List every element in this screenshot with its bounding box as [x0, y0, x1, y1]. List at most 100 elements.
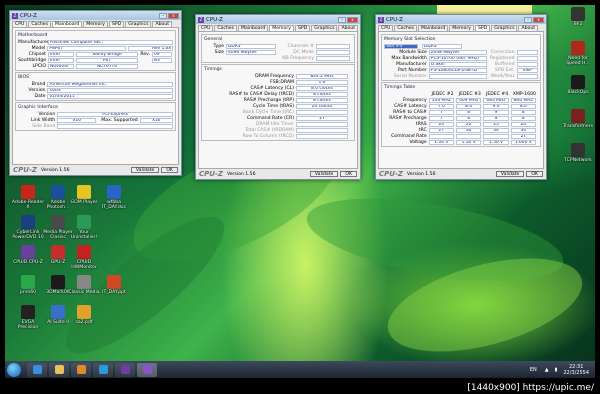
tab-memory[interactable]: Memory	[449, 25, 474, 31]
explorer-taskbar-button[interactable]	[49, 362, 69, 377]
tab-caches[interactable]: Caches	[394, 25, 418, 31]
window-footer: CPU-Z Version 1.56 Validate OK	[10, 165, 181, 175]
ok-button[interactable]: OK	[340, 171, 357, 177]
tab-spd[interactable]: SPD	[108, 21, 125, 27]
close-button[interactable]: x	[168, 12, 179, 19]
desktop-icon[interactable]: CyberLink PowerDVD 10	[11, 215, 45, 240]
timings-cell: 7	[428, 109, 454, 115]
tab-memory[interactable]: Memory	[269, 25, 294, 31]
desktop-icon[interactable]: TCPNetwork	[561, 143, 595, 163]
desktop-icon-label: BlackOps	[567, 90, 589, 95]
desktop-icon[interactable]: sa2.pdf	[67, 305, 101, 325]
desktop-icon[interactable]: GOM Player	[67, 185, 101, 205]
close-button[interactable]: x	[533, 16, 544, 23]
spd-row: Part Number F3-12800CL8-2GBTD SPD Ext. XMP	[384, 67, 538, 73]
timings-cell: 8	[510, 115, 536, 121]
timings-table-group: Timings Table JEDEC #2 JEDEC #3 JEDEC #4 XM…	[381, 82, 541, 147]
desktop-icon[interactable]: wfbba IT_DAY.doc	[97, 185, 131, 210]
cpuz-window-memory[interactable]: Z CPU-Z – x CPU Caches Mainboard Memory SPD Gr…	[195, 14, 361, 180]
tab-graphics[interactable]: Graphics	[491, 25, 518, 31]
cpuz-taskbar-button-active[interactable]	[137, 362, 157, 377]
timing-row: RAS# to CAS# Delay (tRCD) 8 clocks	[204, 91, 352, 97]
tab-spd[interactable]: SPD	[294, 25, 311, 31]
tab-cpu[interactable]: CPU	[378, 25, 394, 31]
desktop-icon[interactable]: CPUID CPU-Z	[11, 245, 45, 265]
minimize-button[interactable]: –	[524, 16, 532, 23]
tab-about[interactable]: About	[338, 25, 359, 31]
validate-button[interactable]: Validate	[495, 171, 525, 177]
spd-side-value: XMP	[516, 67, 538, 73]
desktop-icon[interactable]: Adobe Reader X	[11, 185, 45, 210]
slot-select[interactable]: Slot #4	[384, 43, 418, 49]
desktop-icon[interactable]: BlackOps	[561, 75, 595, 95]
tab-mainboard[interactable]: Mainboard	[418, 25, 449, 31]
tab-caches[interactable]: Caches	[214, 25, 238, 31]
ie-taskbar-button[interactable]	[27, 362, 47, 377]
field-label: Rev.	[140, 51, 150, 57]
wmp-taskbar-button[interactable]	[93, 362, 113, 377]
cpuz-taskbar-button[interactable]	[115, 362, 135, 377]
tab-about[interactable]: About	[518, 25, 539, 31]
language-indicator[interactable]: EN	[530, 367, 537, 373]
tab-graphics[interactable]: Graphics	[311, 25, 338, 31]
dc-mode-value	[316, 49, 350, 55]
timings-cell	[428, 133, 454, 139]
desktop-icon[interactable]: Need for Speed H...	[561, 41, 595, 66]
timings-cell: 8.0	[510, 103, 536, 109]
desktop-icon[interactable]: CPUID HWMonitor	[67, 245, 101, 270]
cpuz-window-spd[interactable]: Z CPU-Z – x CPU Caches Mainboard Memory SPD Gr…	[375, 14, 547, 180]
ok-button[interactable]: OK	[161, 167, 178, 173]
tab-mainboard[interactable]: Mainboard	[238, 25, 269, 31]
media-taskbar-button[interactable]	[71, 362, 91, 377]
field-label: NB Frequency	[282, 55, 314, 61]
ok-button[interactable]: OK	[526, 171, 543, 177]
timing-value	[296, 121, 348, 127]
desktop-icon[interactable]: Classic Media	[67, 275, 101, 295]
validate-button[interactable]: Validate	[309, 171, 339, 177]
minimize-button[interactable]: –	[159, 12, 167, 19]
tab-caches[interactable]: Caches	[28, 21, 52, 27]
network-icon[interactable]: ▮	[555, 367, 558, 373]
tab-memory[interactable]: Memory	[83, 21, 108, 27]
timing-row: FSB:DRAM 1:6	[204, 79, 352, 85]
tab-graphics[interactable]: Graphics	[125, 21, 152, 27]
title-bar[interactable]: Z CPU-Z – x	[376, 15, 546, 24]
tab-about[interactable]: About	[152, 21, 173, 27]
tab-cpu[interactable]: CPU	[12, 21, 28, 27]
tab-cpu[interactable]: CPU	[198, 25, 214, 31]
lpcio-vendor: Nuvoton	[48, 63, 74, 69]
title-bar[interactable]: Z CPU-Z – x	[196, 15, 360, 24]
tray-arrow-icon[interactable]: ▲	[545, 367, 549, 373]
close-button[interactable]: x	[347, 16, 358, 23]
southbridge-rev: B3	[152, 57, 172, 63]
desktop-icon[interactable]: BF2	[561, 7, 595, 27]
field-label: Brand	[31, 81, 46, 87]
start-button[interactable]	[7, 362, 21, 377]
desktop-icon[interactable]: EVGA Precision	[11, 305, 45, 330]
field-label: Date	[34, 93, 46, 99]
tab-mainboard[interactable]: Mainboard	[52, 21, 83, 27]
cpuz-window-mainboard[interactable]: Z CPU-Z – x CPU Caches Mainboard Memory SPD Gr…	[9, 10, 182, 176]
timings-cell: 20	[428, 121, 454, 127]
desktop-icon-label: sa2.pdf	[75, 320, 93, 325]
watermark: [1440x900] https://upic.me/	[467, 383, 594, 393]
spd-value: PC3-10700 (667 MHz)	[428, 55, 488, 61]
field-label: Size	[214, 49, 224, 55]
desktop-icon-label: IT_DAY.ppt	[102, 290, 126, 295]
timing-value	[296, 133, 348, 139]
desktop-icon[interactable]: IT_DAY.ppt	[97, 275, 131, 295]
bios-version-value: 1003	[47, 87, 173, 93]
bios-brand-value: American Megatrends Inc.	[47, 81, 173, 87]
tab-spd[interactable]: SPD	[474, 25, 491, 31]
spd-side-value	[516, 49, 538, 55]
desktop-icon[interactable]: Your Uninstaller!	[67, 215, 101, 240]
clock-date[interactable]: 22/3/2554	[563, 370, 589, 376]
validate-button[interactable]: Validate	[130, 167, 160, 173]
timings-row-label: RAS# Precharge	[389, 115, 427, 121]
timings-cell: 800 MHz	[510, 97, 536, 103]
desktop-icon[interactable]: pnm60	[11, 275, 45, 295]
minimize-button[interactable]: –	[338, 16, 346, 23]
desktop-icon[interactable]: Transformers	[561, 109, 595, 129]
timings-row-label: RAS# to CAS#	[393, 109, 427, 115]
title-bar[interactable]: Z CPU-Z – x	[10, 11, 181, 20]
